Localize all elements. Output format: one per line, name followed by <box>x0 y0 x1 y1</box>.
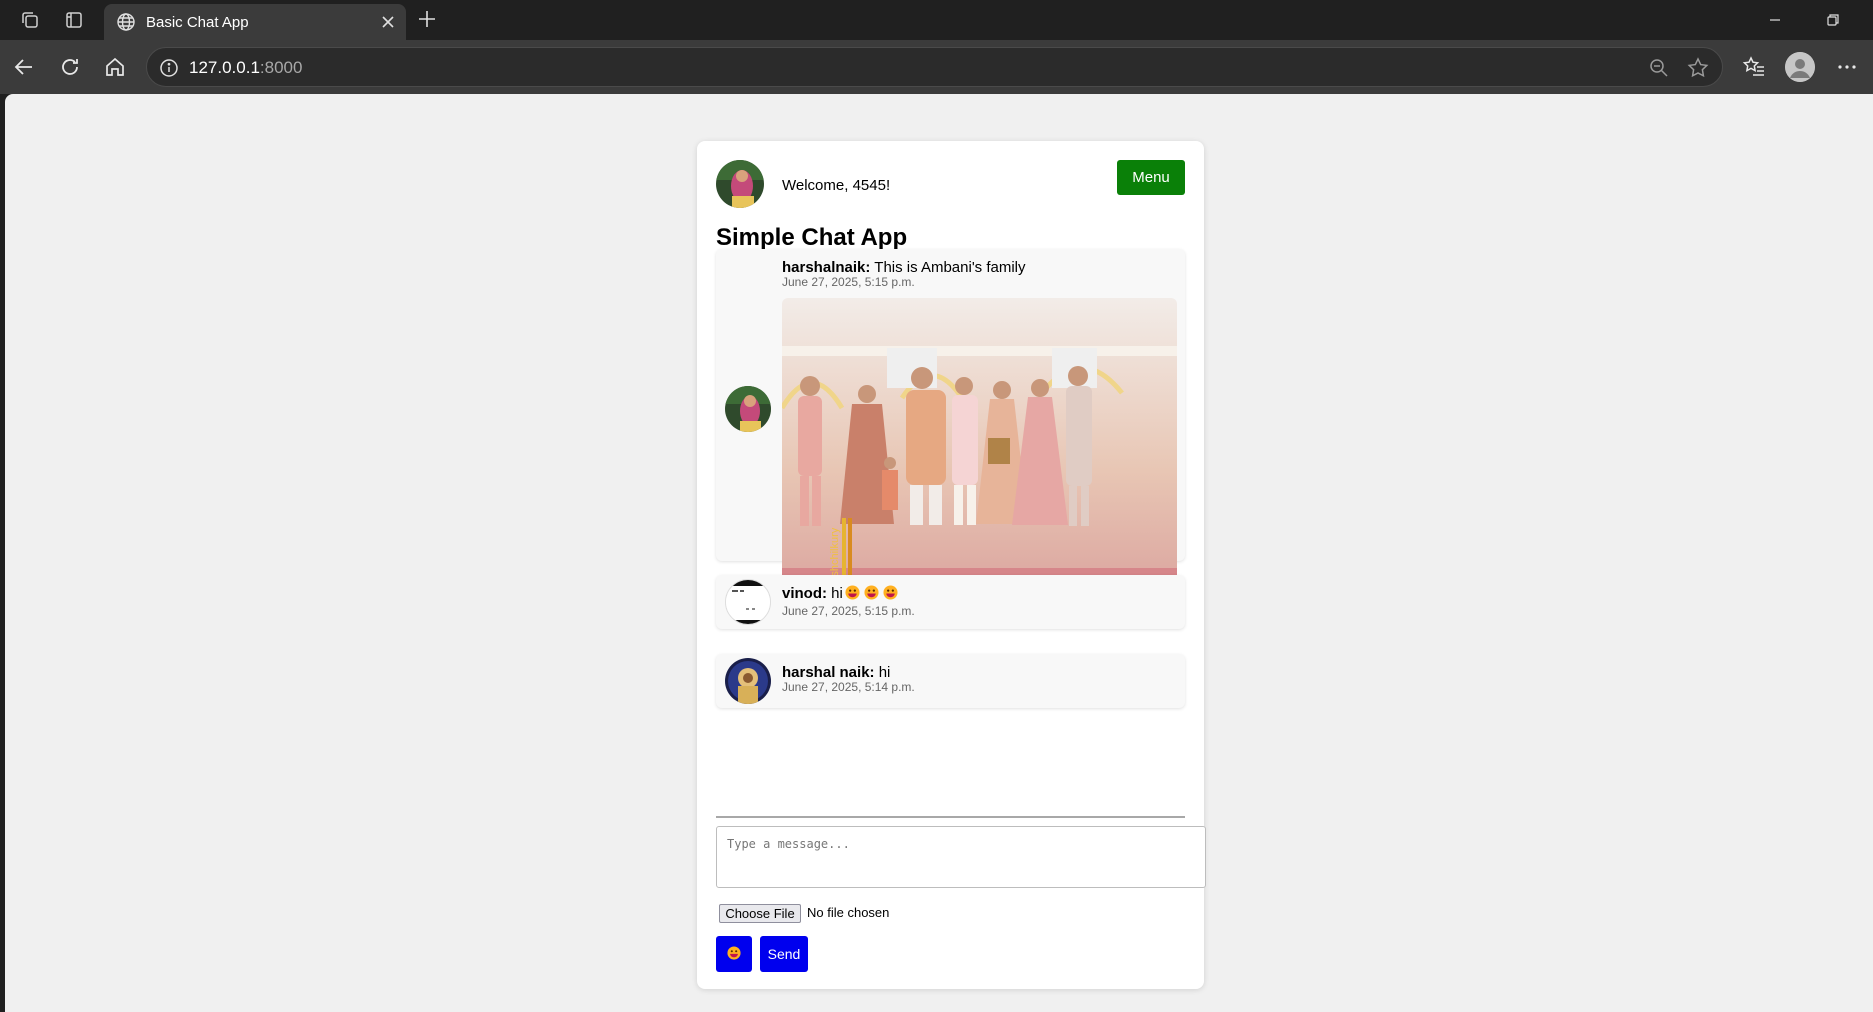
message-photo[interactable]: @lokeshchilkury <box>782 298 1177 612</box>
sender-avatar <box>725 579 771 625</box>
page-viewport: Welcome, 4545! Menu Simple Chat App hars… <box>5 94 1873 1012</box>
send-button[interactable]: Send <box>760 936 808 972</box>
page-title: Simple Chat App <box>716 224 908 251</box>
sender-avatar <box>725 386 771 432</box>
message-sender: harshalnaik: <box>782 259 871 276</box>
browser-titlebar: Basic Chat App <box>0 0 1873 40</box>
file-status: No file chosen <box>807 905 890 920</box>
globe-icon <box>117 13 135 31</box>
minimize-icon[interactable] <box>1765 10 1785 30</box>
more-options-icon[interactable] <box>1835 55 1859 79</box>
emoji-button[interactable] <box>716 936 752 972</box>
close-tab-icon[interactable] <box>378 12 398 32</box>
grinning-emoji-icon <box>864 585 879 600</box>
choose-file-button[interactable]: Choose File <box>719 904 801 923</box>
user-avatar <box>716 160 764 208</box>
grinning-emoji-icon <box>845 585 860 600</box>
restore-icon[interactable] <box>1823 10 1843 30</box>
message-timestamp: June 27, 2025, 5:14 p.m. <box>782 680 915 694</box>
home-icon[interactable] <box>103 55 127 79</box>
message-timestamp: June 27, 2025, 5:15 p.m. <box>782 604 915 618</box>
workspaces-icon[interactable] <box>20 10 40 30</box>
divider <box>716 816 1185 818</box>
message-text: This is Ambani's family <box>874 259 1026 276</box>
message-text: hi <box>878 664 891 681</box>
message-timestamp: June 27, 2025, 5:15 p.m. <box>782 275 915 289</box>
message-line: harshalnaik: This is Ambani's family <box>782 259 1026 276</box>
profile-avatar-icon[interactable] <box>1785 52 1815 82</box>
message-input[interactable] <box>716 826 1206 888</box>
url-text: 127.0.0.1:8000 <box>189 58 303 77</box>
message-line: vinod: hi <box>782 585 898 602</box>
message-sender: vinod: <box>782 585 827 602</box>
tab-title: Basic Chat App <box>146 14 249 31</box>
sender-avatar <box>725 658 771 704</box>
address-bar[interactable]: 127.0.0.1:8000 <box>146 47 1723 87</box>
message-item: harshalnaik: This is Ambani's family Jun… <box>716 249 1185 612</box>
grinning-emoji-icon <box>883 585 898 600</box>
new-tab-icon[interactable] <box>416 8 438 30</box>
chat-card: Welcome, 4545! Menu Simple Chat App hars… <box>697 141 1206 989</box>
tab-actions-icon[interactable] <box>64 10 84 30</box>
welcome-text: Welcome, 4545! <box>782 177 891 194</box>
site-info-icon[interactable] <box>159 58 179 78</box>
active-tab[interactable]: Basic Chat App <box>104 4 406 40</box>
menu-button[interactable]: Menu <box>1117 160 1185 195</box>
message-sender: harshal naik: <box>782 664 875 681</box>
zoom-out-icon[interactable] <box>1648 57 1670 79</box>
message-text: hi <box>831 585 843 602</box>
favorite-star-icon[interactable] <box>1686 56 1710 80</box>
reload-icon[interactable] <box>58 55 82 79</box>
message-item: vinod: hi June 27, 2025, 5:15 p.m. <box>716 575 1185 629</box>
message-item: harshal naik: hi June 27, 2025, 5:14 p.m… <box>716 654 1185 708</box>
back-icon[interactable] <box>12 55 36 79</box>
browser-navbar: 127.0.0.1:8000 <box>0 40 1873 94</box>
emoji-icon <box>727 945 741 960</box>
message-line: harshal naik: hi <box>782 664 890 681</box>
favorites-icon[interactable] <box>1742 55 1766 79</box>
